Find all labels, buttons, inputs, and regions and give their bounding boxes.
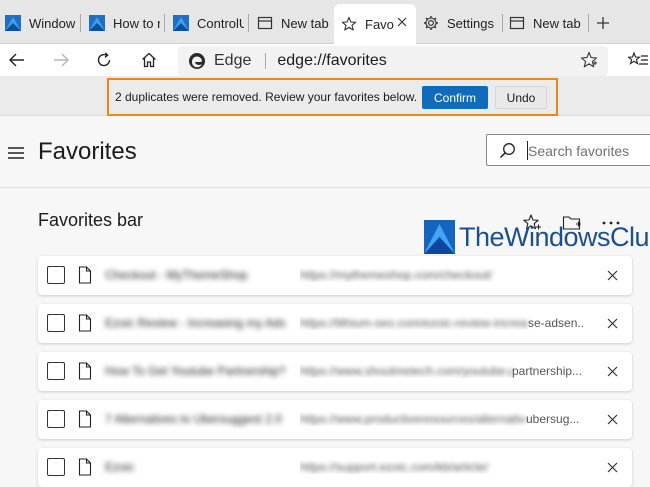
favorite-row[interactable]: How To Get Youtube Partnership? https://… <box>38 352 632 391</box>
home-button[interactable] <box>137 48 161 72</box>
new-tab-button[interactable] <box>593 6 613 40</box>
favorites-list-icon <box>628 51 648 65</box>
tab-divider <box>588 14 589 32</box>
favorite-url: https://www.productiveresources/alternat… <box>300 412 585 426</box>
home-icon <box>142 52 156 68</box>
close-tab-icon[interactable] <box>396 16 410 30</box>
favorite-url: https://support.ezoic.com/kb/article/ <box>300 460 585 474</box>
tab-label: Window <box>29 15 76 31</box>
favorites-header: Favorites Search favorites <box>0 116 650 188</box>
favorite-url-text: https://support.ezoic.com/kb/article/ <box>300 460 489 474</box>
duplicates-notification: 2 duplicates were removed. Review your f… <box>107 78 558 116</box>
edge-logo-icon <box>189 53 205 69</box>
favorite-row[interactable]: Checkout - MyThemeShop https://mythemesh… <box>38 256 632 295</box>
favorite-title: How To Get Youtube Partnership? <box>105 364 285 378</box>
row-checkbox[interactable] <box>47 362 65 380</box>
browser-toolbar: Edge edge://favorites <box>0 44 650 76</box>
tab-windows[interactable]: Window <box>4 6 76 40</box>
favorite-row[interactable]: Ezoic https://support.ezoic.com/kb/artic… <box>38 448 632 487</box>
favorite-row[interactable]: 7 Alternatives to Ubersuggest 2.0 https:… <box>38 400 632 439</box>
page-icon <box>78 314 92 332</box>
watermark-text: TheWindowsClub <box>459 222 650 252</box>
favorite-title: Checkout - MyThemeShop <box>105 268 248 282</box>
tab-new-tab-2[interactable]: New tab <box>508 6 584 40</box>
row-checkbox[interactable] <box>47 266 65 284</box>
windows-club-favicon <box>4 14 22 32</box>
menu-hamburger-icon[interactable] <box>8 146 24 159</box>
new-tab-icon <box>508 14 526 32</box>
forward-button[interactable] <box>49 48 73 72</box>
tab-label: New tab <box>533 15 581 31</box>
thewindowsclub-logo-icon <box>424 220 455 254</box>
favorite-url-text: https://mythemeshop.com/checkout/ <box>300 268 493 282</box>
add-favorite-star-icon[interactable] <box>580 51 600 71</box>
favorite-url-tail: se-adsen... <box>528 316 585 330</box>
search-favorites-input[interactable]: Search favorites <box>486 134 650 166</box>
favorite-url-text: https://www.shoutmetech.com/youtube-part… <box>300 364 512 378</box>
tab-label: Favo <box>365 16 394 32</box>
favorite-title: Ezoic <box>105 460 135 474</box>
search-placeholder: Search favorites <box>528 143 630 159</box>
row-checkbox[interactable] <box>47 458 65 476</box>
tab-divider <box>502 14 503 32</box>
tab-how-to[interactable]: How to r <box>88 6 160 40</box>
windows-club-favicon <box>88 14 106 32</box>
arrow-left-icon <box>9 53 24 67</box>
section-title: Favorites bar <box>38 210 144 230</box>
remove-favorite-icon[interactable] <box>604 267 620 283</box>
favorite-url: https://www.shoutmetech.com/youtube-part… <box>300 364 585 378</box>
tab-label: Settings <box>447 15 494 31</box>
site-identity-label: Edge <box>214 52 252 69</box>
tab-divider <box>80 14 81 32</box>
tab-settings[interactable]: Settings <box>422 6 500 40</box>
search-icon <box>499 142 516 159</box>
favorites-hub-button[interactable] <box>626 48 650 72</box>
tab-label: New tab <box>281 15 329 31</box>
gear-icon <box>422 14 440 32</box>
page-title: Favorites <box>38 138 137 165</box>
remove-favorite-icon[interactable] <box>604 315 620 331</box>
windows-club-favicon <box>172 14 190 32</box>
remove-favorite-icon[interactable] <box>604 459 620 475</box>
favorite-url: https://lithium-seo.com/ezoic-review-inc… <box>300 316 585 330</box>
page-icon <box>78 458 92 476</box>
watermark: TheWindowsClub <box>424 220 650 256</box>
row-checkbox[interactable] <box>47 314 65 332</box>
page-icon <box>78 266 92 284</box>
row-checkbox[interactable] <box>47 410 65 428</box>
tab-divider <box>248 14 249 32</box>
new-tab-icon <box>256 14 274 32</box>
url-text[interactable]: edge://favorites <box>277 52 386 70</box>
favorite-title: 7 Alternatives to Ubersuggest 2.0 <box>105 412 282 426</box>
favorite-url-text: https://www.productiveresources/alternat… <box>300 412 526 426</box>
remove-favorite-icon[interactable] <box>604 363 620 379</box>
undo-button[interactable]: Undo <box>495 86 547 109</box>
favorite-row[interactable]: Ezoic Review - Increasing my Ads... http… <box>38 304 632 343</box>
refresh-icon <box>97 52 111 67</box>
refresh-button[interactable] <box>92 48 116 72</box>
remove-favorite-icon[interactable] <box>604 411 620 427</box>
notification-message: 2 duplicates were removed. Review your f… <box>115 90 418 104</box>
back-button[interactable] <box>5 48 29 72</box>
plus-icon <box>597 17 609 29</box>
arrow-right-icon <box>54 53 69 67</box>
tab-label: ControlU <box>197 15 244 31</box>
tab-strip: Window How to r ControlU New tab Favo Se… <box>0 0 650 44</box>
tab-favorites[interactable]: Favo <box>334 4 416 44</box>
favorite-url-tail: ubersug... <box>526 412 580 426</box>
star-icon <box>340 15 358 33</box>
tab-label: How to r <box>113 15 160 31</box>
favorite-url: https://mythemeshop.com/checkout/ <box>300 268 585 282</box>
favorite-url-text: https://lithium-seo.com/ezoic-review-inc… <box>300 316 528 330</box>
tab-control[interactable]: ControlU <box>172 6 244 40</box>
favorite-url-tail: partnership... <box>512 364 583 378</box>
address-divider <box>265 53 267 69</box>
tab-divider <box>164 14 165 32</box>
tab-new-tab-1[interactable]: New tab <box>256 6 330 40</box>
confirm-button[interactable]: Confirm <box>422 86 488 109</box>
page-icon <box>78 410 92 428</box>
page-icon <box>78 362 92 380</box>
address-bar[interactable]: Edge edge://favorites <box>178 46 608 76</box>
favorite-title: Ezoic Review - Increasing my Ads... <box>105 316 285 330</box>
